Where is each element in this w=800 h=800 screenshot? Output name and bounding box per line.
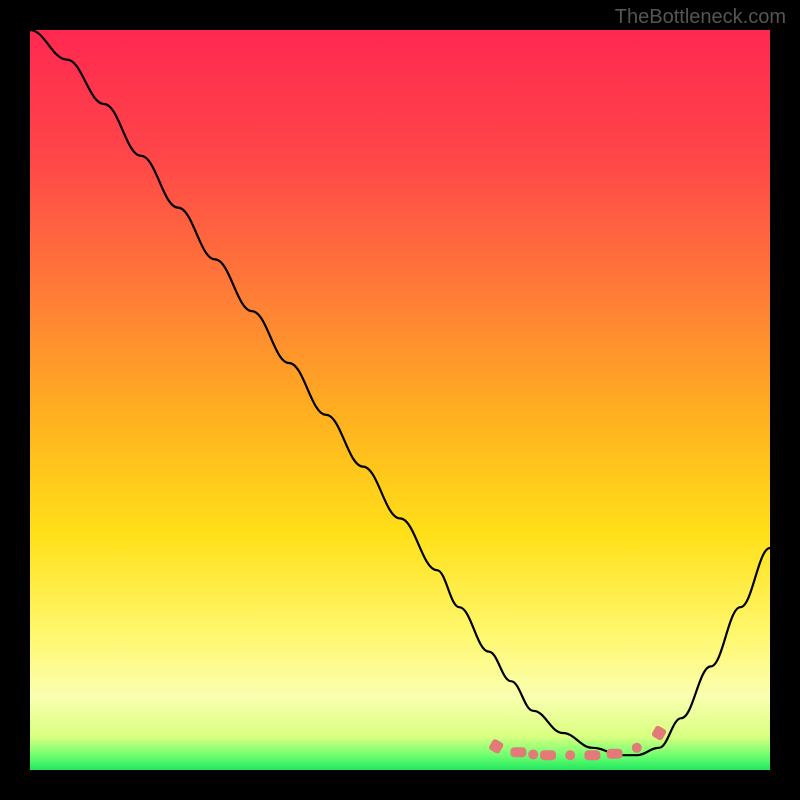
watermark-text: TheBottleneck.com <box>615 6 786 29</box>
chart-plot-area <box>30 30 770 770</box>
data-marker <box>565 750 575 760</box>
gradient-background <box>30 30 770 770</box>
chart-svg <box>30 30 770 770</box>
data-marker <box>540 750 556 760</box>
data-marker <box>528 749 538 759</box>
data-marker <box>510 747 526 757</box>
data-marker <box>632 743 642 753</box>
data-marker <box>584 750 600 760</box>
data-marker <box>607 749 623 759</box>
